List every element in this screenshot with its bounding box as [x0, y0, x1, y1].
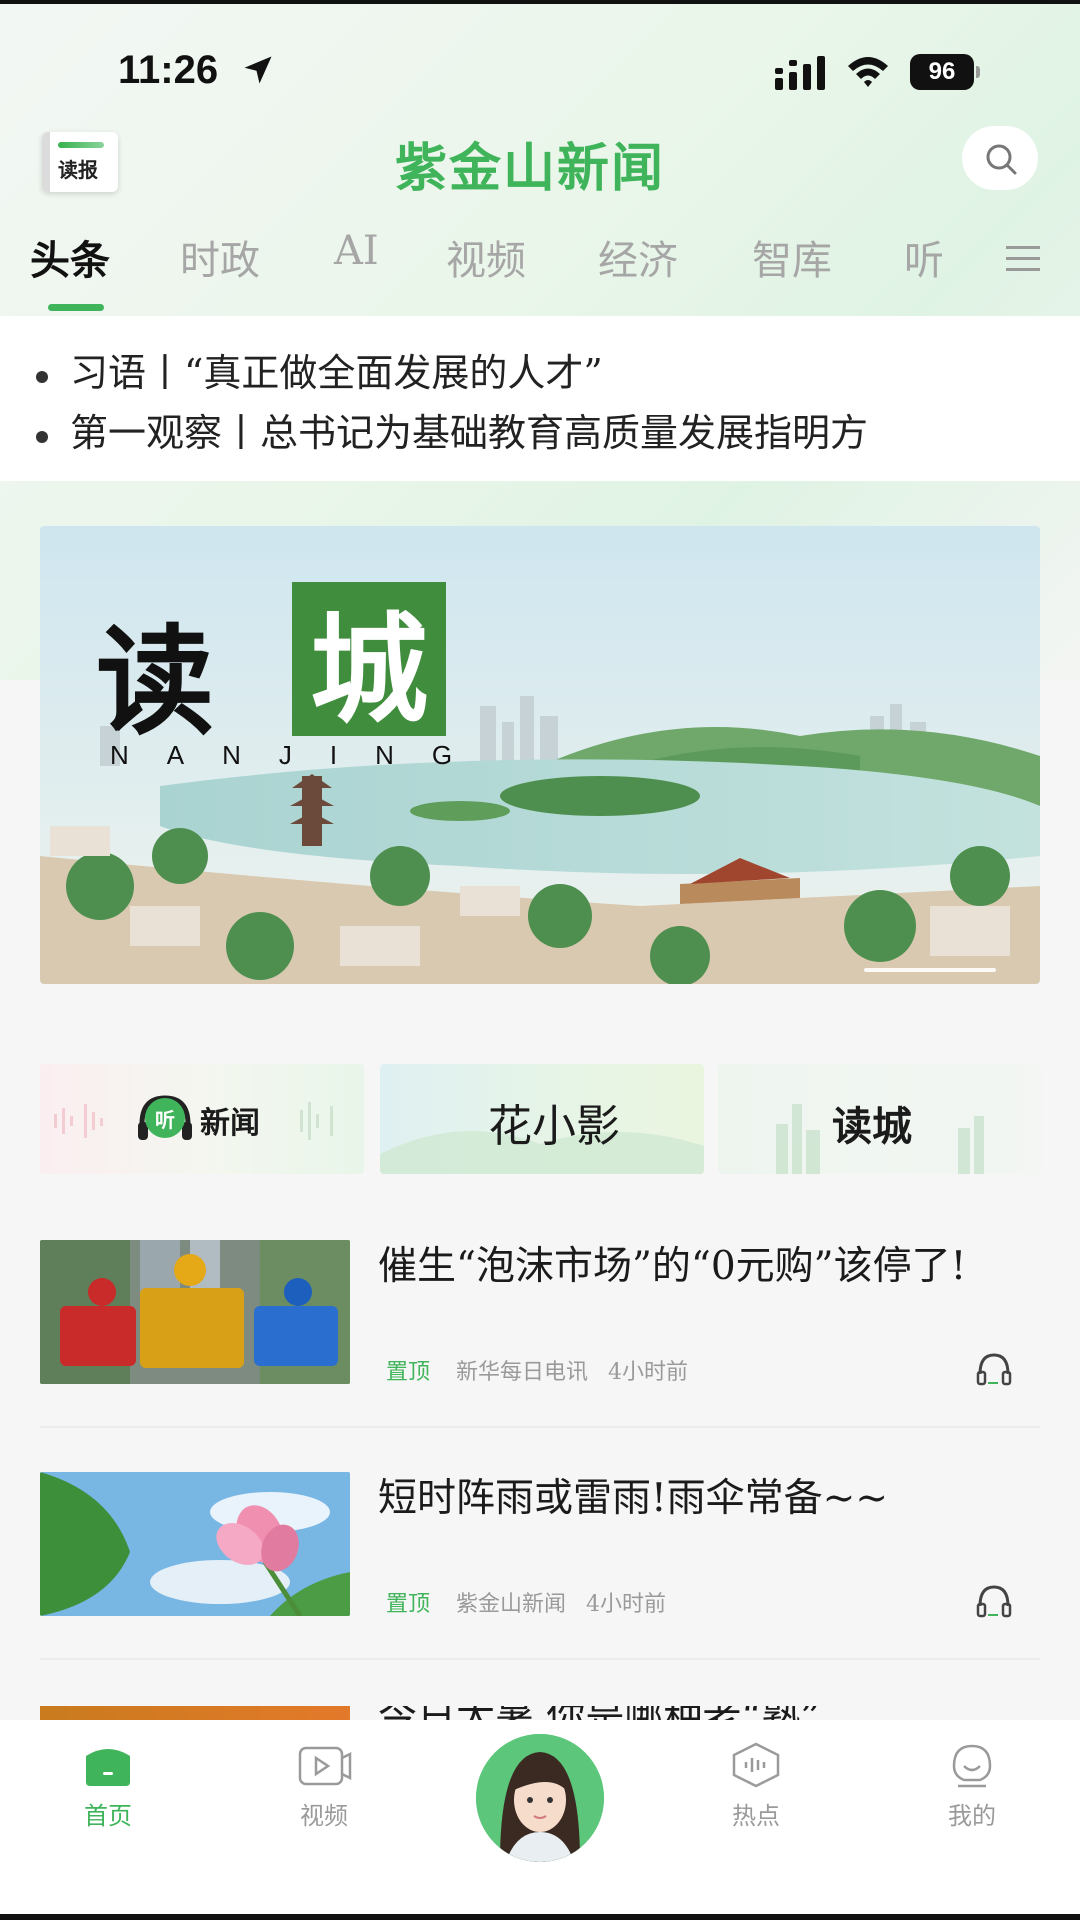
shortcut-label: 新闻	[200, 1106, 260, 1141]
hot-topics-icon	[732, 1742, 780, 1788]
tab-headlines[interactable]: 头条	[30, 228, 110, 286]
battery-level: 96	[910, 54, 974, 90]
bullet-dot	[36, 430, 48, 443]
banner-title-part1: 读	[96, 612, 215, 751]
lotus-flower-image	[40, 1472, 350, 1616]
status-time: 11:26	[118, 48, 219, 92]
bullet-dot	[36, 370, 48, 383]
shortcut-label: 读城	[832, 1103, 912, 1150]
bottom-tab-bar: 首页 视频 热点 我的	[0, 1720, 1080, 1920]
app-logo: 紫金山新闻	[395, 139, 666, 199]
news-item[interactable]: 催生“泡沫市场”的“0元购”该停了! 置顶 新华每日电讯 4小时前	[40, 1240, 1040, 1400]
pinned-tag: 置顶	[386, 1360, 431, 1385]
headphones-icon[interactable]	[976, 1584, 1012, 1618]
banner-title-part2: 城	[292, 582, 446, 739]
news-title: 催生“泡沫市场”的“0元购”该停了!	[378, 1244, 967, 1289]
news-title: 短时阵雨或雷雨!雨伞常备~~	[378, 1476, 889, 1521]
battery-indicator: 96	[910, 54, 980, 90]
search-button[interactable]	[962, 126, 1038, 190]
newspaper-bar	[58, 142, 104, 148]
read-newspaper-button[interactable]: 读报	[42, 132, 118, 192]
ai-assistant-avatar[interactable]	[476, 1734, 604, 1862]
news-thumbnail	[40, 1240, 350, 1384]
tab-politics[interactable]: 时政	[180, 228, 260, 286]
divider	[40, 1658, 1040, 1660]
location-arrow-icon	[244, 56, 272, 84]
headline-item[interactable]: 第一观察丨总书记为基础教育高质量发展指明方	[36, 402, 868, 457]
news-meta: 置顶 紫金山新闻 4小时前	[386, 1586, 666, 1618]
profile-icon	[952, 1744, 992, 1788]
tab-think-tank[interactable]: 智库	[752, 228, 832, 286]
news-source: 紫金山新闻	[456, 1592, 567, 1617]
tabbar-label: 我的	[948, 1802, 996, 1830]
tab-video[interactable]: 视频	[446, 228, 526, 286]
tab-listen[interactable]: 听	[904, 228, 944, 286]
tabbar-profile[interactable]: 我的	[912, 1742, 1032, 1831]
news-meta: 置顶 新华每日电讯 4小时前	[386, 1354, 688, 1386]
wifi-icon	[848, 57, 888, 87]
news-thumbnail	[40, 1472, 350, 1616]
news-time: 4小时前	[608, 1360, 689, 1385]
video-icon	[298, 1746, 352, 1786]
divider	[40, 1426, 1040, 1428]
shortcut-listen-news[interactable]: 听 新闻	[40, 1064, 364, 1174]
tabbar-label: 热点	[732, 1802, 780, 1830]
headline-text: 习语丨“真正做全面发展的人才”	[70, 351, 603, 395]
search-icon	[986, 144, 1017, 175]
tabbar-label: 视频	[300, 1802, 348, 1830]
news-time: 4小时前	[586, 1592, 667, 1617]
news-source: 新华每日电讯	[456, 1360, 589, 1385]
battery-nub	[976, 66, 980, 78]
app-header: 读报 紫金山新闻	[0, 120, 1080, 210]
listen-badge: 听	[145, 1098, 185, 1138]
tab-ai[interactable]: AI	[334, 228, 379, 274]
shortcut-label: 花小影	[488, 1101, 620, 1152]
menu-icon[interactable]	[1004, 244, 1044, 274]
tabbar-hot[interactable]: 热点	[696, 1742, 816, 1831]
status-bar: 11:26 96	[0, 38, 1080, 108]
tab-economy[interactable]: 经济	[598, 228, 678, 286]
category-tabs: 头条 时政 AI 视频 经济 智库 听	[0, 228, 1080, 311]
screen-edge	[0, 0, 1080, 4]
shortcut-flower-video[interactable]: 花小影	[380, 1064, 704, 1174]
read-newspaper-label: 读报	[58, 158, 98, 182]
carousel-indicator	[864, 968, 996, 972]
pinned-tag: 置顶	[386, 1592, 431, 1617]
headline-list: 习语丨“真正做全面发展的人才” 第一观察丨总书记为基础教育高质量发展指明方	[0, 316, 1080, 481]
home-icon	[86, 1749, 130, 1786]
shortcut-read-city[interactable]: 读城	[718, 1064, 1042, 1174]
headline-text: 第一观察丨总书记为基础教育高质量发展指明方	[70, 411, 869, 455]
tab-active-indicator	[48, 304, 104, 311]
news-item[interactable]: 短时阵雨或雷雨!雨伞常备~~ 置顶 紫金山新闻 4小时前	[40, 1472, 1040, 1632]
tabbar-video[interactable]: 视频	[264, 1742, 384, 1831]
headphones-icon[interactable]	[976, 1352, 1012, 1386]
delivery-riders-image	[40, 1240, 350, 1384]
tabbar-label: 首页	[84, 1802, 132, 1830]
screen-bottom-edge	[0, 1914, 1080, 1920]
banner-subtitle: NANJING	[110, 740, 491, 770]
avatar-portrait	[476, 1734, 604, 1862]
tabbar-home[interactable]: 首页	[48, 1742, 168, 1831]
newspaper-spine	[42, 132, 50, 192]
banner-carousel[interactable]: 读 城 NANJING	[40, 526, 1040, 984]
cellular-signal-icon	[775, 56, 825, 90]
headline-item[interactable]: 习语丨“真正做全面发展的人才”	[36, 342, 603, 397]
